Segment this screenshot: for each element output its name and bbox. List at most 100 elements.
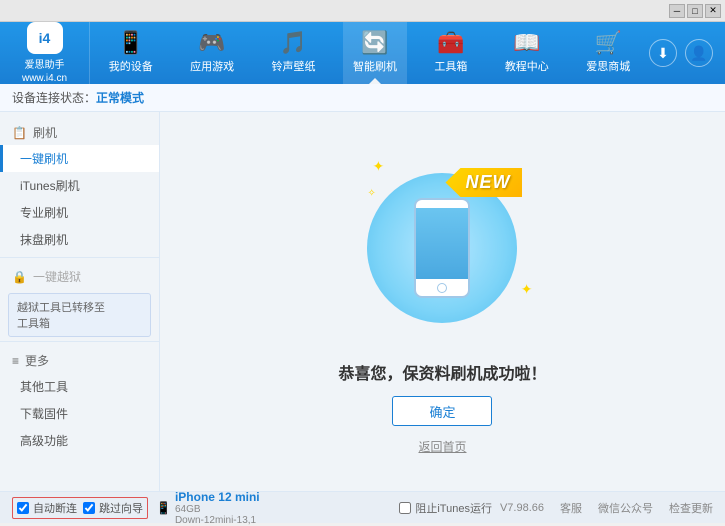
sidebar: 📋 刷机 一键刷机 iTunes刷机 专业刷机 抹盘刷机 🔒 一键越狱 越狱工具… [0, 112, 160, 491]
phone-body [414, 198, 470, 298]
info-text: 越狱工具已转移至 工具箱 [17, 302, 105, 330]
nav-tutorial[interactable]: 📖 教程中心 [495, 22, 559, 84]
stop-itunes-group: 阻止iTunes运行 [399, 500, 492, 516]
header: i4 爱思助手 www.i4.cn 📱 我的设备 🎮 应用游戏 🎵 铃声壁纸 🔄… [0, 22, 725, 84]
device-fw: Down-12mini-13,1 [175, 515, 260, 526]
toolbox-icon: 🧰 [437, 32, 464, 54]
auto-disconnect-checkbox[interactable] [17, 502, 29, 514]
nav-bar: 📱 我的设备 🎮 应用游戏 🎵 铃声壁纸 🔄 智能刷机 🧰 工具箱 📖 教程中心… [90, 22, 649, 84]
stop-itunes-checkbox[interactable] [399, 502, 411, 514]
download-icon: ⬇ [657, 45, 669, 62]
wipe-flash-label: 抹盘刷机 [20, 233, 68, 247]
shop-icon: 🛒 [595, 32, 622, 54]
download-button[interactable]: ⬇ [649, 39, 677, 67]
skip-wizard-checkbox[interactable] [83, 502, 95, 514]
header-right: ⬇ 👤 [649, 39, 725, 67]
nav-ringtone[interactable]: 🎵 铃声壁纸 [262, 22, 326, 84]
auto-disconnect-label: 自动断连 [33, 500, 77, 516]
phone-illustration: ✦ ✦ ✧ NEW [362, 148, 522, 348]
new-badge: NEW [445, 168, 522, 197]
sparkle-1: ✦ [372, 158, 384, 175]
success-message: 恭喜您，保资料刷机成功啦！ [338, 360, 546, 384]
skip-wizard-group[interactable]: 跳过向导 [83, 500, 143, 516]
stop-itunes-label: 阻止iTunes运行 [415, 500, 492, 516]
logo-url: www.i4.cn [22, 73, 67, 84]
device-info-group: 📱 iPhone 12 mini 64GB Down-12mini-13,1 [156, 490, 260, 526]
sparkle-3: ✧ [367, 188, 375, 199]
nav-toolbox-label: 工具箱 [434, 58, 467, 74]
nav-smart-flash-label: 智能刷机 [353, 58, 397, 74]
sidebar-item-other-tools[interactable]: 其他工具 [0, 373, 159, 400]
more-section-label: 更多 [25, 352, 49, 369]
check-update-link[interactable]: 检查更新 [669, 500, 713, 516]
download-fw-label: 下载固件 [20, 407, 68, 421]
flash-section-label: 刷机 [33, 124, 57, 141]
logo[interactable]: i4 爱思助手 www.i4.cn [0, 22, 90, 84]
checkbox-group-highlighted: 自动断连 跳过向导 [12, 497, 148, 519]
user-button[interactable]: 👤 [685, 39, 713, 67]
nav-tutorial-label: 教程中心 [505, 58, 549, 74]
main-layout: 📋 刷机 一键刷机 iTunes刷机 专业刷机 抹盘刷机 🔒 一键越狱 越狱工具… [0, 112, 725, 491]
device-name: iPhone 12 mini [175, 490, 260, 504]
confirm-button[interactable]: 确定 [392, 396, 492, 426]
nav-my-device-label: 我的设备 [109, 58, 153, 74]
title-bar: ─ □ ✕ [0, 0, 725, 22]
more-section-icon: ≡ [12, 354, 19, 368]
sidebar-item-wipe-flash[interactable]: 抹盘刷机 [0, 226, 159, 253]
skip-wizard-label: 跳过向导 [99, 500, 143, 516]
go-home-link[interactable]: 返回首页 [418, 438, 466, 455]
advanced-label: 高级功能 [20, 434, 68, 448]
locked-label: 一键越狱 [33, 268, 81, 285]
nav-ringtone-label: 铃声壁纸 [272, 58, 316, 74]
sidebar-item-advanced[interactable]: 高级功能 [0, 427, 159, 454]
device-icon: 📱 [156, 501, 171, 515]
my-device-icon: 📱 [117, 32, 144, 54]
sidebar-item-itunes[interactable]: iTunes刷机 [0, 172, 159, 199]
flash-section-icon: 📋 [12, 126, 27, 140]
sparkle-2: ✦ [521, 281, 533, 298]
service-link[interactable]: 客服 [560, 500, 582, 516]
nav-app-games-label: 应用游戏 [190, 58, 234, 74]
sidebar-item-one-click[interactable]: 一键刷机 [0, 145, 159, 172]
phone-screen [416, 208, 468, 279]
nav-shop[interactable]: 🛒 爱思商城 [576, 22, 640, 84]
itunes-label: iTunes刷机 [20, 179, 80, 193]
app-games-icon: 🎮 [198, 32, 225, 54]
other-tools-label: 其他工具 [20, 380, 68, 394]
sidebar-divider-1 [0, 257, 159, 258]
phone-home-btn [437, 283, 447, 293]
sidebar-item-download-fw[interactable]: 下载固件 [0, 400, 159, 427]
version-text: V7.98.66 [500, 502, 544, 514]
nav-app-games[interactable]: 🎮 应用游戏 [180, 22, 244, 84]
new-badge-text: NEW [465, 172, 510, 192]
close-button[interactable]: ✕ [705, 4, 721, 18]
minimize-button[interactable]: ─ [669, 4, 685, 18]
auto-disconnect-group[interactable]: 自动断连 [17, 500, 77, 516]
nav-toolbox[interactable]: 🧰 工具箱 [424, 22, 477, 84]
nav-smart-flash[interactable]: 🔄 智能刷机 [343, 22, 407, 84]
tutorial-icon: 📖 [513, 32, 540, 54]
status-prefix: 设备连接状态： [12, 89, 96, 106]
content-area: ✦ ✦ ✧ NEW 恭喜您，保资料刷机成功啦！ 确定 返回首页 [160, 112, 725, 491]
window-controls[interactable]: ─ □ ✕ [669, 4, 721, 18]
sidebar-section-more: ≡ 更多 [0, 346, 159, 373]
success-panel: ✦ ✦ ✧ NEW 恭喜您，保资料刷机成功啦！ 确定 返回首页 [338, 148, 546, 455]
status-value: 正常模式 [96, 89, 144, 106]
logo-subtitle: 爱思助手 [25, 56, 65, 71]
nav-shop-label: 爱思商城 [586, 58, 630, 74]
wechat-link[interactable]: 微信公众号 [598, 500, 653, 516]
sidebar-locked-section: 🔒 一键越狱 [0, 262, 159, 289]
sidebar-item-pro-flash[interactable]: 专业刷机 [0, 199, 159, 226]
footer: 自动断连 跳过向导 📱 iPhone 12 mini 64GB Down-12m… [0, 491, 725, 523]
smart-flash-icon: 🔄 [361, 32, 388, 54]
logo-text-icon: i4 [39, 30, 51, 46]
sidebar-divider-2 [0, 341, 159, 342]
nav-my-device[interactable]: 📱 我的设备 [99, 22, 163, 84]
footer-right: V7.98.66 客服 微信公众号 检查更新 [500, 500, 713, 516]
maximize-button[interactable]: □ [687, 4, 703, 18]
footer-device-info: iPhone 12 mini 64GB Down-12mini-13,1 [175, 490, 260, 526]
status-bar: 设备连接状态： 正常模式 [0, 84, 725, 112]
sidebar-section-flash: 📋 刷机 [0, 118, 159, 145]
one-click-label: 一键刷机 [20, 152, 68, 166]
sidebar-info-box: 越狱工具已转移至 工具箱 [8, 293, 151, 337]
